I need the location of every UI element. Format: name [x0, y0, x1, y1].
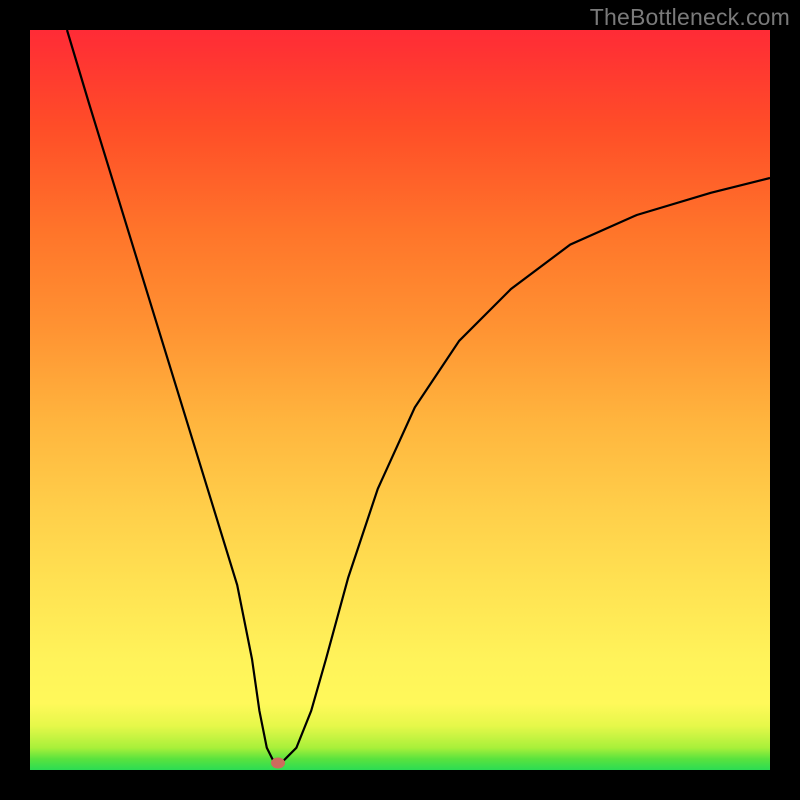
bottleneck-curve [67, 30, 770, 763]
plot-area [30, 30, 770, 770]
curve-layer [30, 30, 770, 770]
watermark-text: TheBottleneck.com [590, 4, 790, 31]
chart-frame: TheBottleneck.com [0, 0, 800, 800]
minimum-marker [271, 757, 285, 768]
